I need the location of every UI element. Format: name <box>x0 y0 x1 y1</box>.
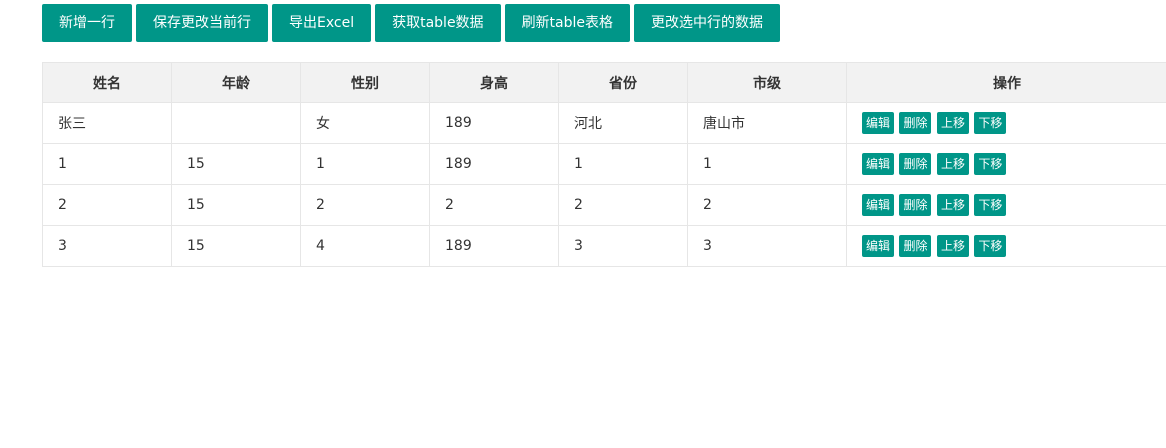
column-header-province: 省份 <box>558 62 688 103</box>
move-down-button[interactable]: 下移 <box>974 153 1007 175</box>
refresh-table-button[interactable]: 刷新table表格 <box>504 4 631 42</box>
cell-city[interactable]: 唐山市 <box>687 102 847 144</box>
cell-height[interactable]: 189 <box>429 143 559 185</box>
cell-gender[interactable]: 女 <box>300 102 430 144</box>
cell-height[interactable]: 2 <box>429 184 559 226</box>
table-header: 姓名 年龄 性别 身高 省份 市级 操作 <box>42 62 1166 103</box>
move-down-button[interactable]: 下移 <box>974 194 1007 216</box>
get-table-data-button[interactable]: 获取table数据 <box>375 4 501 42</box>
cell-gender[interactable]: 4 <box>300 225 430 267</box>
save-current-row-button[interactable]: 保存更改当前行 <box>136 4 268 42</box>
move-up-button[interactable]: 上移 <box>936 153 969 175</box>
table-row[interactable]: 张三 女 189 河北 唐山市 编辑 删除 上移 下移 <box>42 102 1166 144</box>
cell-name[interactable]: 张三 <box>42 102 172 144</box>
cell-actions: 编辑 删除 上移 下移 <box>846 225 1166 267</box>
cell-age[interactable]: 15 <box>171 225 301 267</box>
delete-button[interactable]: 删除 <box>899 194 932 216</box>
cell-province[interactable]: 1 <box>558 143 688 185</box>
table-row[interactable]: 1 15 1 189 1 1 编辑 删除 上移 下移 <box>42 143 1166 185</box>
edit-button[interactable]: 编辑 <box>862 153 895 175</box>
column-header-actions: 操作 <box>846 62 1166 103</box>
cell-height[interactable]: 189 <box>429 225 559 267</box>
move-up-button[interactable]: 上移 <box>936 112 969 134</box>
move-up-button[interactable]: 上移 <box>936 235 969 257</box>
toolbar: 新增一行 保存更改当前行 导出Excel 获取table数据 刷新table表格… <box>42 4 781 42</box>
data-table-container: 姓名 年龄 性别 身高 省份 市级 操作 张三 女 189 河北 唐山市 编辑 … <box>42 62 1166 267</box>
cell-name[interactable]: 2 <box>42 184 172 226</box>
cell-city[interactable]: 2 <box>687 184 847 226</box>
delete-button[interactable]: 删除 <box>899 153 932 175</box>
edit-button[interactable]: 编辑 <box>862 194 895 216</box>
cell-gender[interactable]: 2 <box>300 184 430 226</box>
cell-age[interactable]: 15 <box>171 184 301 226</box>
update-selected-row-button[interactable]: 更改选中行的数据 <box>634 4 781 42</box>
table-row[interactable]: 2 15 2 2 2 2 编辑 删除 上移 下移 <box>42 184 1166 226</box>
cell-city[interactable]: 1 <box>687 143 847 185</box>
cell-age[interactable] <box>171 102 301 144</box>
cell-gender[interactable]: 1 <box>300 143 430 185</box>
data-table: 姓名 年龄 性别 身高 省份 市级 操作 张三 女 189 河北 唐山市 编辑 … <box>42 62 1166 267</box>
cell-province[interactable]: 2 <box>558 184 688 226</box>
cell-city[interactable]: 3 <box>687 225 847 267</box>
move-down-button[interactable]: 下移 <box>974 112 1007 134</box>
column-header-age: 年龄 <box>171 62 301 103</box>
column-header-city: 市级 <box>687 62 847 103</box>
cell-name[interactable]: 3 <box>42 225 172 267</box>
column-header-height: 身高 <box>429 62 559 103</box>
table-row[interactable]: 3 15 4 189 3 3 编辑 删除 上移 下移 <box>42 225 1166 267</box>
column-header-gender: 性别 <box>300 62 430 103</box>
header-row: 姓名 年龄 性别 身高 省份 市级 操作 <box>42 62 1166 103</box>
edit-button[interactable]: 编辑 <box>862 112 895 134</box>
cell-actions: 编辑 删除 上移 下移 <box>846 143 1166 185</box>
move-up-button[interactable]: 上移 <box>936 194 969 216</box>
column-header-name: 姓名 <box>42 62 172 103</box>
cell-actions: 编辑 删除 上移 下移 <box>846 184 1166 226</box>
add-row-button[interactable]: 新增一行 <box>42 4 132 42</box>
cell-age[interactable]: 15 <box>171 143 301 185</box>
move-down-button[interactable]: 下移 <box>974 235 1007 257</box>
cell-province[interactable]: 河北 <box>558 102 688 144</box>
table-body: 张三 女 189 河北 唐山市 编辑 删除 上移 下移 1 15 1 189 1 <box>42 102 1166 267</box>
cell-actions: 编辑 删除 上移 下移 <box>846 102 1166 144</box>
delete-button[interactable]: 删除 <box>899 235 932 257</box>
cell-province[interactable]: 3 <box>558 225 688 267</box>
cell-height[interactable]: 189 <box>429 102 559 144</box>
export-excel-button[interactable]: 导出Excel <box>272 4 372 42</box>
cell-name[interactable]: 1 <box>42 143 172 185</box>
delete-button[interactable]: 删除 <box>899 112 932 134</box>
edit-button[interactable]: 编辑 <box>862 235 895 257</box>
